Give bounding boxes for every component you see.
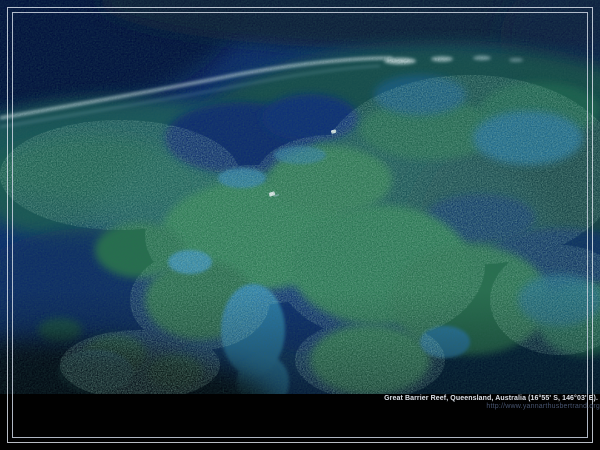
wallpaper-stage: Great Barrier Reef, Queensland, Australi… <box>0 0 600 450</box>
caption-bar <box>0 394 600 450</box>
reef-photo-scene <box>0 0 600 450</box>
